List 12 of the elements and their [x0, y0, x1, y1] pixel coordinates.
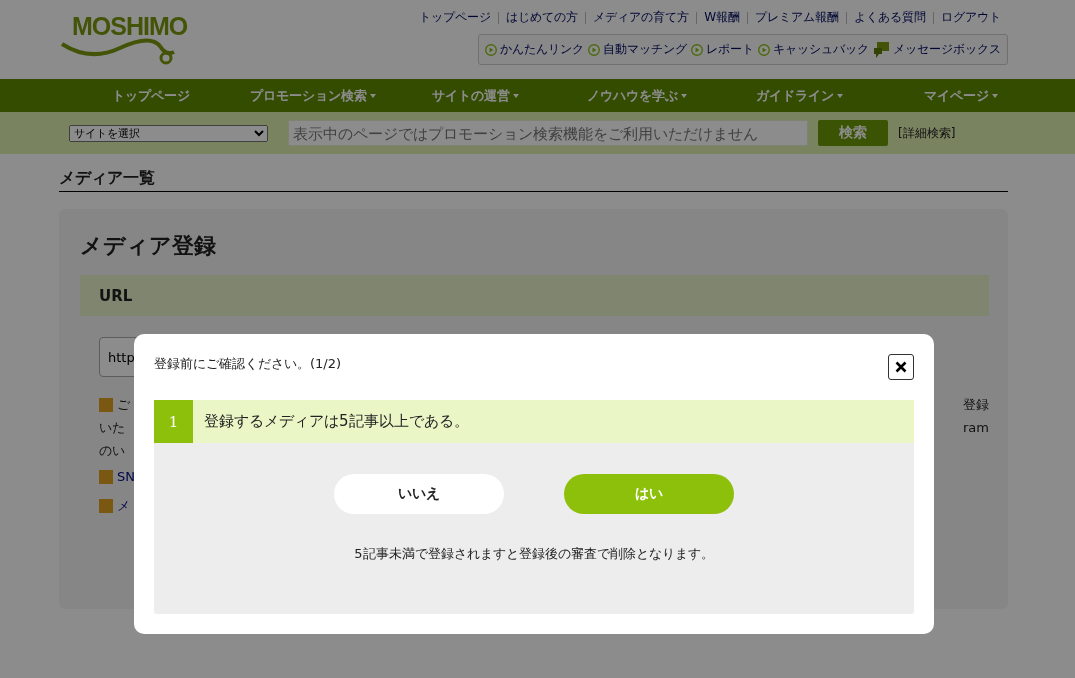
section-title: URL	[99, 286, 133, 305]
notice-text: 登録	[963, 395, 989, 414]
logo-text: MOSHIMO	[72, 12, 188, 41]
page-title: メディア一覧	[59, 168, 1008, 192]
notice-text: いた	[99, 418, 125, 437]
notice-text: のい	[99, 441, 125, 460]
question-text: 登録するメディアは5記事以上である。	[203, 412, 469, 431]
notice-text: ram	[963, 420, 989, 435]
question-number: 1	[154, 400, 193, 443]
card-title: メディア登録	[80, 232, 217, 260]
notice-text: ご	[117, 395, 130, 414]
dialog-note: 5記事未満で登録されますと登録後の審査で削除となります。	[353, 545, 715, 563]
